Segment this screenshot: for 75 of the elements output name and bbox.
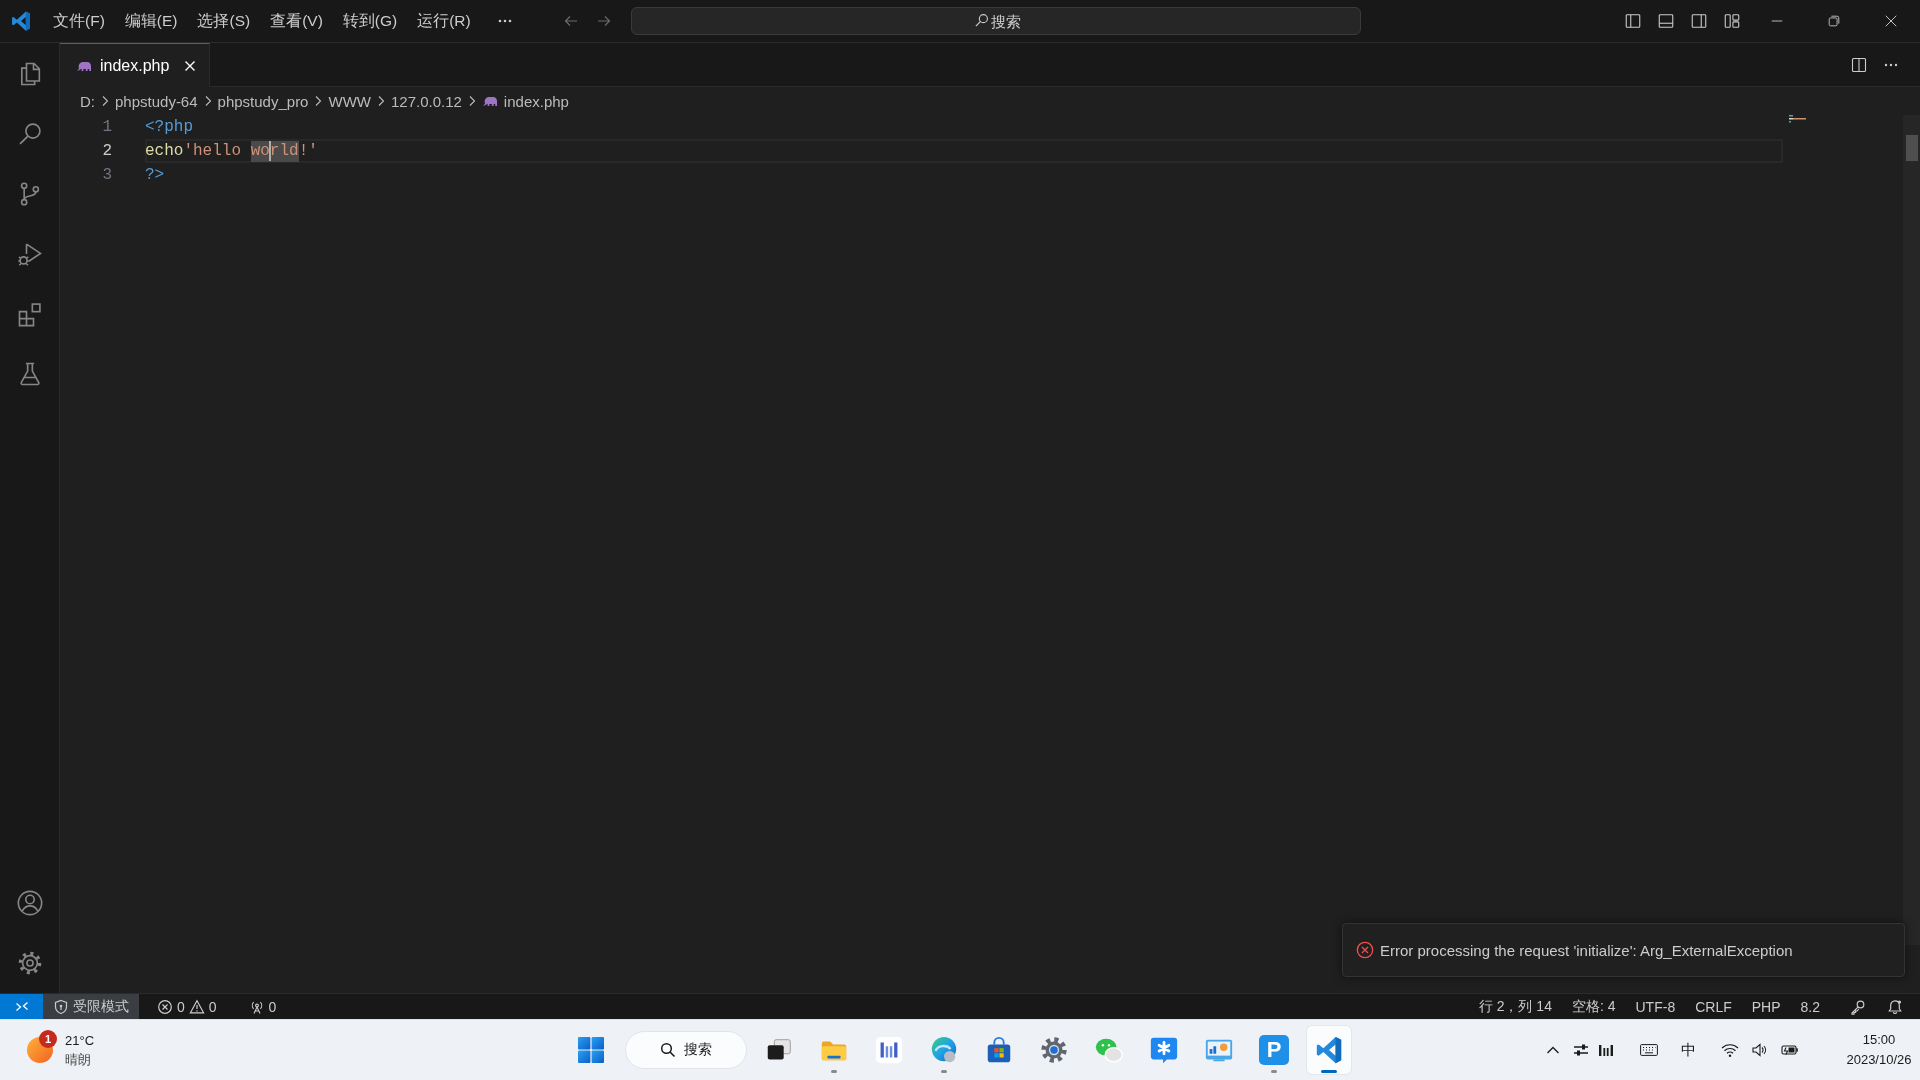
ports-button[interactable]: 0 xyxy=(238,994,287,1019)
search-icon xyxy=(660,1042,676,1058)
menu-item[interactable]: 运行(R) xyxy=(407,7,481,35)
back-arrow-icon[interactable] xyxy=(563,13,579,29)
code-token: wo xyxy=(250,140,270,162)
code-token: rld xyxy=(269,140,299,162)
key-icon[interactable] xyxy=(1850,998,1866,1015)
problems-button[interactable]: 0 0 xyxy=(147,994,227,1019)
clock-time[interactable]: 15:00 xyxy=(1862,1030,1896,1050)
gear-icon[interactable] xyxy=(1039,1035,1069,1065)
breadcrumb-item[interactable]: index.php xyxy=(479,92,571,110)
code-token: !' xyxy=(298,140,318,162)
menu-item[interactable]: 查看(V) xyxy=(260,7,333,35)
speaker-icon[interactable] xyxy=(1751,1042,1767,1058)
browser-icon[interactable] xyxy=(929,1035,959,1065)
weather-condition: 晴朗 xyxy=(65,1051,92,1069)
notification-message: Error processing the request 'initialize': Arg_ExternalException xyxy=(1380,941,1793,959)
editor-tab[interactable]: index.php xyxy=(60,43,210,87)
restore-icon[interactable] xyxy=(1826,14,1841,28)
taskbar-search-button[interactable]: 搜索 xyxy=(625,1031,747,1069)
clock-date[interactable]: 2023/10/26 xyxy=(1846,1050,1912,1070)
menu-item[interactable]: 选择(S) xyxy=(187,7,261,35)
layout-grid-icon[interactable] xyxy=(1722,12,1741,30)
menu-item[interactable]: 转到(G) xyxy=(332,7,408,35)
menu-item[interactable]: 编辑(E) xyxy=(114,7,188,35)
sliders-icon[interactable] xyxy=(1573,1042,1589,1058)
restricted-mode-button[interactable]: 受限模式 xyxy=(43,994,139,1019)
breadcrumb-item[interactable]: D: xyxy=(78,92,97,110)
status-item[interactable]: 行 2，列 14 xyxy=(1468,997,1562,1016)
remote-button[interactable] xyxy=(0,994,43,1019)
wifi-icon[interactable] xyxy=(1721,1042,1739,1058)
scrollbar-track[interactable] xyxy=(1903,115,1920,945)
breadcrumb-item[interactable]: phpstudy_pro xyxy=(215,92,311,110)
line-number: 2 xyxy=(101,141,113,162)
shield-icon xyxy=(53,998,69,1015)
breadcrumb-item[interactable]: phpstudy-64 xyxy=(113,92,200,110)
bars-logo-icon[interactable] xyxy=(1598,1042,1614,1058)
active-taskbar-button[interactable] xyxy=(1307,1026,1351,1074)
code-token: 'hello xyxy=(183,140,242,162)
code-token: <?php xyxy=(145,116,193,138)
status-item[interactable]: CRLF xyxy=(1685,998,1742,1015)
search-icon xyxy=(974,13,989,28)
temperature-label: 21°C xyxy=(65,1032,95,1050)
breadcrumb-item[interactable]: 127.0.0.12 xyxy=(388,92,464,110)
input-method-indicator[interactable]: 中 xyxy=(1681,1040,1696,1060)
warning-icon xyxy=(188,998,205,1015)
account-icon[interactable] xyxy=(15,889,44,917)
status-item[interactable]: 空格: 4 xyxy=(1561,997,1626,1016)
secondary-sidebar-toggle-icon[interactable] xyxy=(1689,12,1708,30)
bell-icon[interactable] xyxy=(1887,998,1903,1015)
start-icon[interactable] xyxy=(578,1037,604,1063)
panel-toggle-icon[interactable] xyxy=(1656,12,1675,30)
status-item[interactable]: PHP xyxy=(1741,998,1791,1015)
app-logo-icon xyxy=(10,10,32,32)
breadcrumb-item[interactable]: WWW xyxy=(326,92,373,110)
error-icon xyxy=(157,998,173,1015)
close-icon[interactable] xyxy=(1884,14,1899,28)
notification-badge: 1 xyxy=(39,1030,57,1048)
keyboard-icon[interactable] xyxy=(1640,1043,1658,1057)
scrollbar-thumb[interactable] xyxy=(1906,135,1918,161)
code-token: ?> xyxy=(145,164,165,186)
minimap-preview xyxy=(1789,115,1807,123)
status-item[interactable]: 8.2 xyxy=(1790,998,1830,1015)
asterisk-bubble-icon[interactable] xyxy=(1149,1035,1179,1065)
split-editor-icon[interactable] xyxy=(1851,56,1867,73)
line-number: 1 xyxy=(101,117,113,138)
menu-item[interactable]: 文件(F) xyxy=(43,7,115,35)
line-number: 3 xyxy=(101,165,113,186)
search-field[interactable]: 搜索 xyxy=(631,7,1361,35)
status-item[interactable]: UTF-8 xyxy=(1625,998,1686,1015)
ribbon-logo-icon[interactable] xyxy=(1314,1035,1344,1065)
battery-charging-icon[interactable] xyxy=(1781,1042,1799,1058)
sidebar-toggle-icon[interactable] xyxy=(1623,12,1642,30)
forward-arrow-icon[interactable] xyxy=(596,13,612,29)
code-token: echo xyxy=(145,140,184,162)
